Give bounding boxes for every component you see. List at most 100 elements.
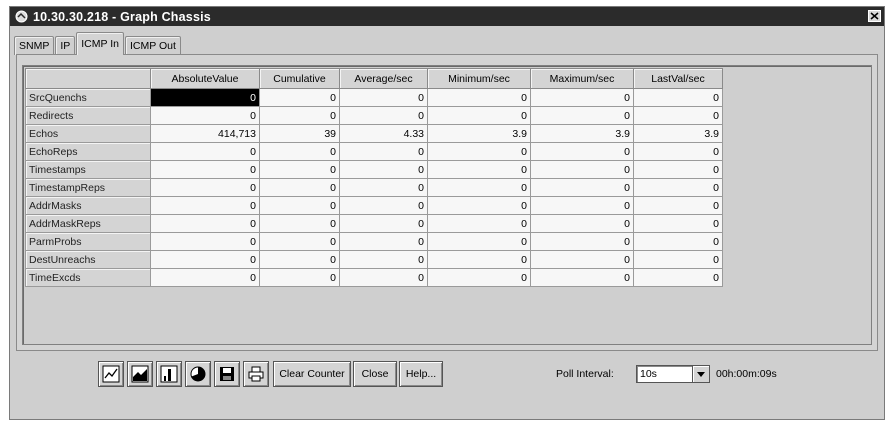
- table-cell[interactable]: 0: [427, 142, 531, 161]
- table-cell[interactable]: 0: [427, 106, 531, 125]
- table-cell[interactable]: 4.33: [339, 124, 428, 143]
- table-cell[interactable]: 0: [150, 268, 260, 287]
- table-cell[interactable]: 0: [259, 106, 340, 125]
- table-cell[interactable]: 0: [633, 214, 723, 233]
- table-cell[interactable]: 0: [633, 232, 723, 251]
- table-cell[interactable]: 0: [339, 214, 428, 233]
- table-cell[interactable]: 0: [259, 88, 340, 107]
- table-cell[interactable]: 414,713: [150, 124, 260, 143]
- table-cell[interactable]: 3.9: [530, 124, 634, 143]
- close-button[interactable]: Close: [353, 361, 397, 387]
- table-cell[interactable]: 0: [150, 106, 260, 125]
- help-button[interactable]: Help...: [399, 361, 443, 387]
- table-cell[interactable]: 0: [339, 106, 428, 125]
- table-cell[interactable]: 0: [339, 232, 428, 251]
- elapsed-time: 00h:00m:09s: [716, 368, 777, 380]
- table-cell[interactable]: 3.9: [633, 124, 723, 143]
- clear-counter-button[interactable]: Clear Counter: [273, 361, 351, 387]
- table-cell[interactable]: 0: [259, 232, 340, 251]
- table-cell[interactable]: 0: [530, 142, 634, 161]
- table-cell[interactable]: 0: [427, 250, 531, 269]
- table-cell[interactable]: 0: [427, 196, 531, 215]
- table-cell[interactable]: 0: [259, 196, 340, 215]
- table-cell[interactable]: 0: [530, 106, 634, 125]
- table-row: AddrMaskReps 0 0 0 0 0 0: [25, 214, 723, 233]
- table-cell[interactable]: 0: [427, 160, 531, 179]
- table-cell[interactable]: 0: [530, 160, 634, 179]
- table-cell[interactable]: 0: [633, 88, 723, 107]
- table-cell[interactable]: 0: [259, 214, 340, 233]
- table-cell[interactable]: 0: [427, 88, 531, 107]
- table-cell[interactable]: 0: [427, 214, 531, 233]
- close-icon: [870, 12, 879, 20]
- row-label: Redirects: [25, 106, 151, 125]
- table-cell[interactable]: 0: [530, 214, 634, 233]
- table-cell[interactable]: 0: [633, 268, 723, 287]
- table-cell[interactable]: 0: [339, 268, 428, 287]
- table-cell[interactable]: 0: [427, 232, 531, 251]
- table-cell[interactable]: 0: [339, 250, 428, 269]
- tab-label: ICMP In: [81, 38, 119, 50]
- table-cell[interactable]: 0: [530, 268, 634, 287]
- column-header-absolutevalue[interactable]: AbsoluteValue: [150, 68, 260, 89]
- table-cell[interactable]: 0: [530, 178, 634, 197]
- table-cell[interactable]: 0: [530, 196, 634, 215]
- table-cell[interactable]: 0: [633, 142, 723, 161]
- tab-snmp[interactable]: SNMP: [14, 36, 55, 55]
- table-cell[interactable]: 0: [633, 178, 723, 197]
- line-chart-button[interactable]: [98, 361, 124, 387]
- tab-icmp-out[interactable]: ICMP Out: [125, 36, 181, 55]
- title-bar[interactable]: 10.30.30.218 - Graph Chassis: [10, 7, 884, 26]
- table-cell[interactable]: 0: [530, 232, 634, 251]
- table-cell[interactable]: 0: [633, 250, 723, 269]
- table-cell[interactable]: 0: [150, 88, 260, 107]
- table-cell[interactable]: 0: [150, 250, 260, 269]
- column-header-cumulative[interactable]: Cumulative: [259, 68, 340, 89]
- area-chart-button[interactable]: [127, 361, 153, 387]
- row-label: AddrMaskReps: [25, 214, 151, 233]
- pie-chart-button[interactable]: [185, 361, 211, 387]
- table-cell[interactable]: 0: [150, 160, 260, 179]
- row-label: AddrMasks: [25, 196, 151, 215]
- tab-ip[interactable]: IP: [55, 36, 76, 55]
- dropdown-arrow-button[interactable]: [692, 366, 709, 382]
- column-header-average[interactable]: Average/sec: [339, 68, 428, 89]
- table-cell[interactable]: 0: [259, 268, 340, 287]
- table-cell[interactable]: 0: [150, 196, 260, 215]
- bar-chart-button[interactable]: [156, 361, 182, 387]
- table-cell[interactable]: 0: [259, 178, 340, 197]
- stats-table-container[interactable]: AbsoluteValue Cumulative Average/sec Min…: [22, 65, 872, 345]
- table-cell[interactable]: 39: [259, 124, 340, 143]
- print-icon: [248, 366, 264, 382]
- column-header-minimum[interactable]: Minimum/sec: [427, 68, 531, 89]
- table-cell[interactable]: 0: [150, 178, 260, 197]
- save-button[interactable]: [214, 361, 240, 387]
- table-cell[interactable]: 0: [633, 196, 723, 215]
- column-header-maximum[interactable]: Maximum/sec: [530, 68, 634, 89]
- table-cell[interactable]: 0: [150, 214, 260, 233]
- table-cell[interactable]: 0: [633, 160, 723, 179]
- table-cell[interactable]: 0: [427, 178, 531, 197]
- table-cell[interactable]: 0: [530, 88, 634, 107]
- table-cell[interactable]: 0: [259, 250, 340, 269]
- tab-strip: SNMP IP ICMP In ICMP Out: [14, 32, 182, 55]
- table-cell[interactable]: 0: [427, 268, 531, 287]
- table-cell[interactable]: 0: [339, 178, 428, 197]
- table-cell[interactable]: 3.9: [427, 124, 531, 143]
- table-cell[interactable]: 0: [530, 250, 634, 269]
- poll-interval-select[interactable]: 10s: [636, 365, 710, 383]
- table-cell[interactable]: 0: [339, 160, 428, 179]
- column-header-lastval[interactable]: LastVal/sec: [633, 68, 723, 89]
- table-cell[interactable]: 0: [259, 160, 340, 179]
- table-cell[interactable]: 0: [339, 88, 428, 107]
- table-cell[interactable]: 0: [259, 142, 340, 161]
- tab-icmp-in[interactable]: ICMP In: [76, 32, 124, 55]
- table-cell[interactable]: 0: [150, 232, 260, 251]
- table-cell[interactable]: 0: [633, 106, 723, 125]
- print-button[interactable]: [243, 361, 269, 387]
- table-cell[interactable]: 0: [339, 142, 428, 161]
- table-cell[interactable]: 0: [150, 142, 260, 161]
- close-window-button[interactable]: [868, 10, 881, 22]
- table-cell[interactable]: 0: [339, 196, 428, 215]
- table-row: Timestamps 0 0 0 0 0 0: [25, 160, 723, 179]
